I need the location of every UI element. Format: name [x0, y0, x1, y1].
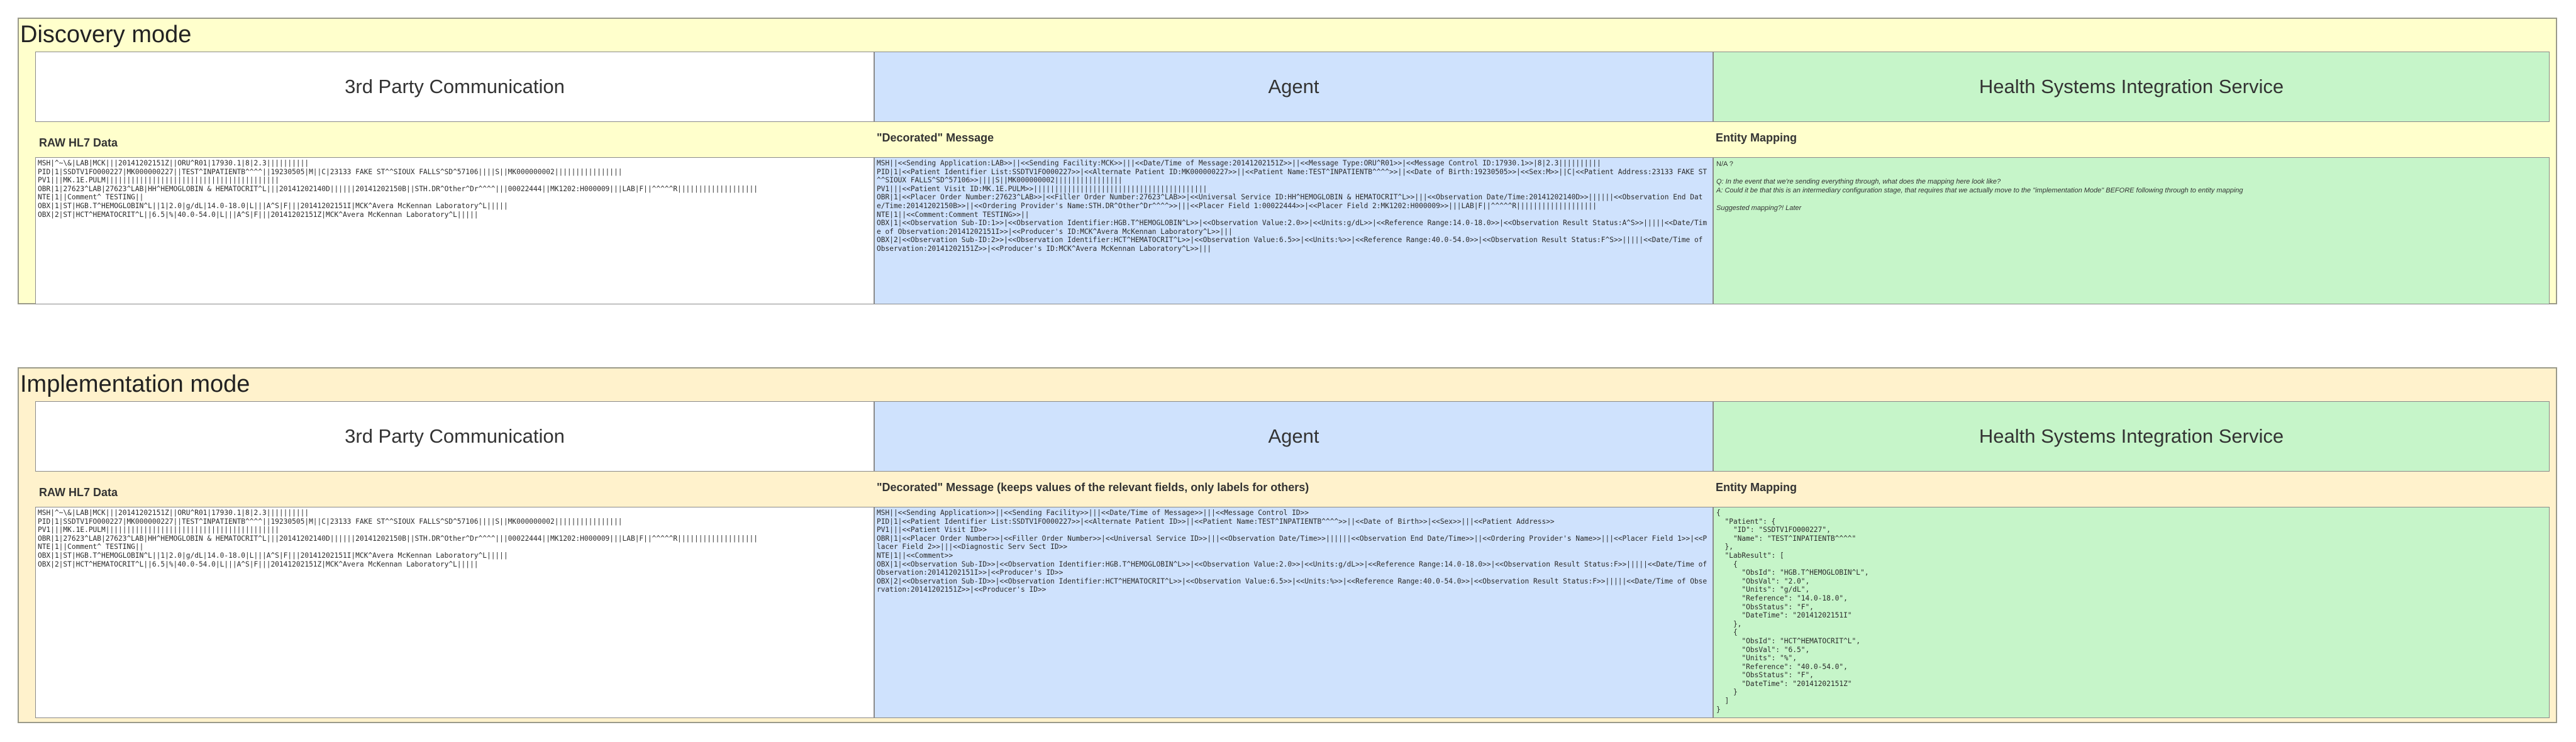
implementation-raw-hl7-text: MSH|^~\&|LAB|MCK|||20141202151Z||ORU^R01… — [38, 509, 758, 568]
discovery-decorated-text: MSH||<<Sending Application:LAB>>||<<Send… — [877, 159, 1707, 253]
implementation-mapping-label: Entity Mapping — [1716, 481, 1797, 494]
implementation-agent-header: Agent — [874, 401, 1713, 472]
implementation-decorated-panel: MSH||<<Sending Application>>||<<Sending … — [874, 507, 1713, 718]
discovery-hsis-label: Health Systems Integration Service — [1979, 75, 2284, 97]
implementation-mapping-panel: { "Patient": { "ID": "SSDTV1FO000227", "… — [1713, 507, 2550, 718]
implementation-third-party-header: 3rd Party Communication — [35, 401, 874, 472]
discovery-raw-panel: MSH|^~\&|LAB|MCK|||20141202151Z||ORU^R01… — [35, 157, 874, 304]
discovery-mapping-label: Entity Mapping — [1716, 131, 1797, 144]
discovery-mapping-note: N/A ? Q: In the event that we're sending… — [1714, 158, 2549, 214]
implementation-mode-title: Implementation mode — [20, 371, 250, 397]
discovery-mapping-panel: N/A ? Q: In the event that we're sending… — [1713, 157, 2550, 304]
discovery-mode-section: Discovery mode 3rd Party Communication A… — [18, 18, 2557, 304]
mapping-answer-text: A: Could it be that this is an intermedi… — [1716, 187, 2243, 194]
discovery-agent-label: Agent — [1268, 75, 1319, 97]
implementation-mapping-json: { "Patient": { "ID": "SSDTV1FO000227", "… — [1716, 509, 1869, 714]
implementation-third-party-label: 3rd Party Communication — [345, 425, 565, 447]
discovery-raw-label: RAW HL7 Data — [39, 136, 118, 149]
mapping-question-text: Q: In the event that we're sending every… — [1716, 178, 2001, 186]
implementation-mode-section: Implementation mode 3rd Party Communicat… — [18, 367, 2557, 723]
discovery-third-party-header: 3rd Party Communication — [35, 52, 874, 122]
implementation-hsis-label: Health Systems Integration Service — [1979, 425, 2284, 447]
discovery-third-party-label: 3rd Party Communication — [345, 75, 565, 97]
implementation-agent-label: Agent — [1268, 425, 1319, 447]
implementation-hsis-header: Health Systems Integration Service — [1713, 401, 2550, 472]
discovery-decorated-label: "Decorated" Message — [877, 131, 994, 144]
implementation-decorated-text: MSH||<<Sending Application>>||<<Sending … — [877, 509, 1707, 594]
discovery-hsis-header: Health Systems Integration Service — [1713, 52, 2550, 122]
implementation-decorated-label: "Decorated" Message (keeps values of the… — [877, 481, 1309, 494]
discovery-decorated-panel: MSH||<<Sending Application:LAB>>||<<Send… — [874, 157, 1713, 304]
mapping-suggested-text: Suggested mapping?! Later — [1716, 204, 1802, 212]
implementation-raw-panel: MSH|^~\&|LAB|MCK|||20141202151Z||ORU^R01… — [35, 507, 874, 718]
implementation-raw-label: RAW HL7 Data — [39, 486, 118, 499]
discovery-raw-hl7-text: MSH|^~\&|LAB|MCK|||20141202151Z||ORU^R01… — [38, 159, 758, 219]
discovery-agent-header: Agent — [874, 52, 1713, 122]
discovery-mode-title: Discovery mode — [20, 21, 192, 48]
mapping-na-text: N/A ? — [1716, 160, 1733, 168]
